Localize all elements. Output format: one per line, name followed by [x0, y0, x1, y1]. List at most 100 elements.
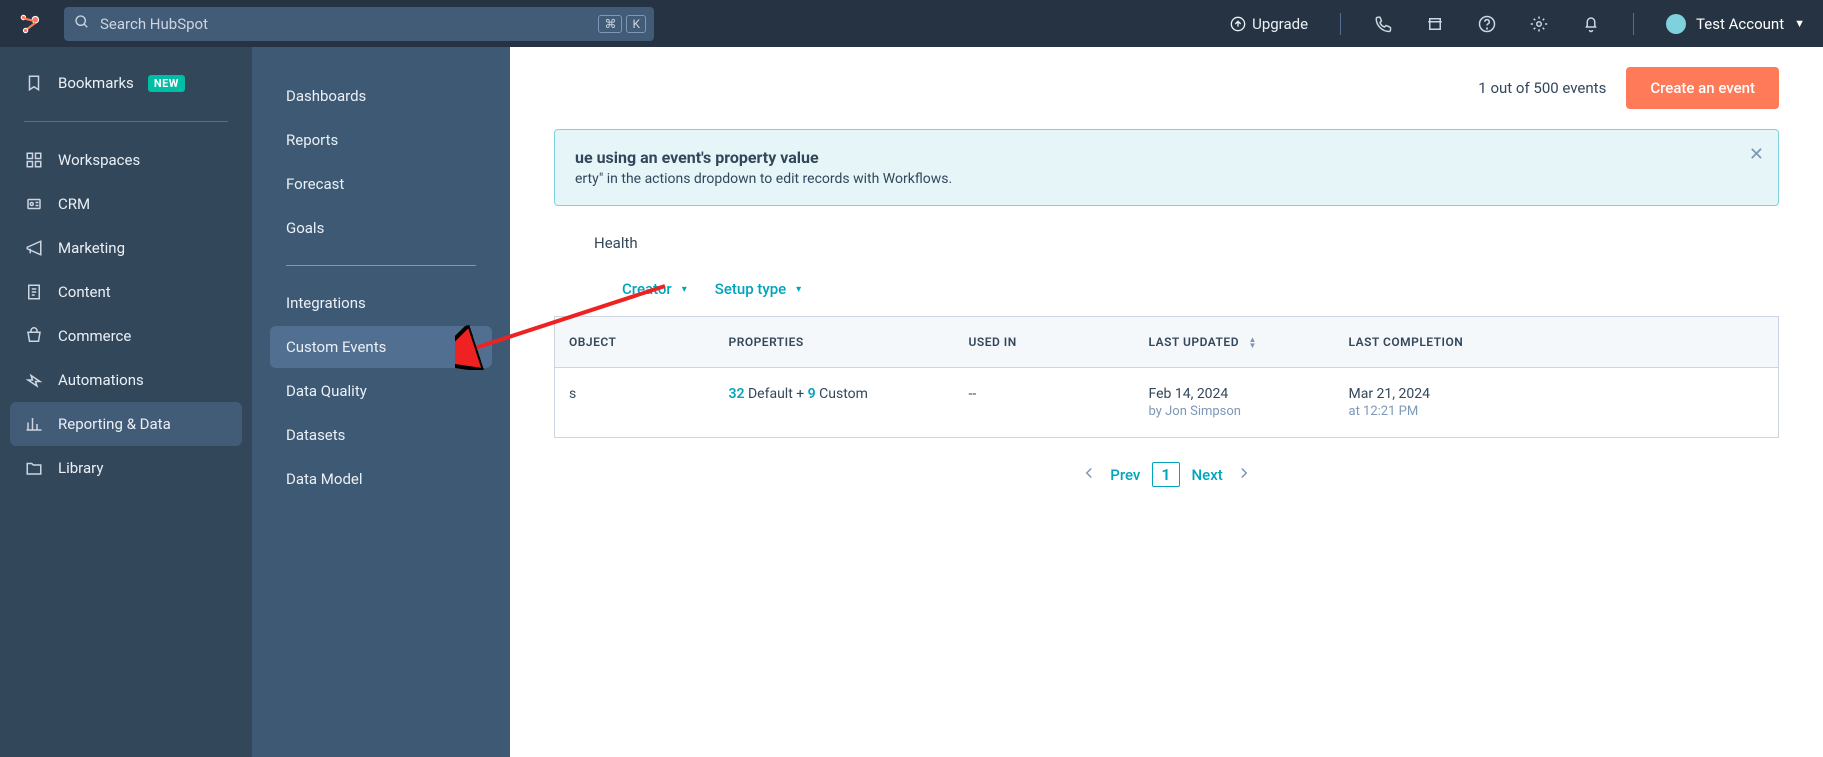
close-icon[interactable]: ✕: [1749, 144, 1764, 165]
search-shortcut: ⌘K: [598, 15, 646, 33]
secondary-sidebar: Dashboards Reports Forecast Goals Integr…: [252, 47, 510, 757]
main-content: 1 out of 500 events Create an event ue u…: [510, 47, 1823, 757]
sidebar-item-label: CRM: [58, 195, 90, 213]
sort-icon: ▲▼: [1249, 337, 1257, 349]
filter-row: Creator Setup type: [554, 280, 1779, 298]
filter-creator[interactable]: Creator: [622, 280, 687, 298]
last-updated-date: Feb 14, 2024: [1149, 386, 1229, 402]
prev-button[interactable]: Prev: [1110, 466, 1140, 484]
search-input[interactable]: [64, 7, 654, 41]
events-table: OBJECT PROPERTIES USED IN LAST UPDATED ▲…: [554, 316, 1779, 438]
sub-item-reports[interactable]: Reports: [270, 119, 492, 161]
sidebar-item-workspaces[interactable]: Workspaces: [10, 138, 242, 182]
sidebar-item-reporting[interactable]: Reporting & Data: [10, 402, 242, 446]
workspaces-icon: [24, 150, 44, 170]
sidebar-item-label: Automations: [58, 371, 144, 389]
create-event-button[interactable]: Create an event: [1626, 67, 1779, 109]
sidebar-item-content[interactable]: Content: [10, 270, 242, 314]
sidebar-item-label: Content: [58, 283, 111, 301]
sidebar-item-crm[interactable]: CRM: [10, 182, 242, 226]
notifications-icon[interactable]: [1571, 0, 1611, 47]
sub-item-integrations[interactable]: Integrations: [270, 282, 492, 324]
hubspot-logo-icon[interactable]: [18, 11, 44, 37]
default-word: Default +: [745, 386, 808, 402]
sidebar-item-label: Library: [58, 459, 103, 477]
banner-text: erty" in the actions dropdown to edit re…: [575, 171, 1758, 187]
col-last-completion[interactable]: LAST COMPLETION: [1335, 317, 1779, 368]
last-completion-date: Mar 21, 2024: [1349, 386, 1431, 402]
page-number[interactable]: 1: [1152, 462, 1179, 487]
upgrade-label: Upgrade: [1252, 15, 1308, 33]
info-banner: ue using an event's property value erty"…: [554, 129, 1779, 206]
col-object[interactable]: OBJECT: [555, 317, 715, 368]
default-count[interactable]: 32: [729, 386, 745, 402]
table-header-row: OBJECT PROPERTIES USED IN LAST UPDATED ▲…: [555, 317, 1779, 368]
crm-icon: [24, 194, 44, 214]
sidebar-item-label: Reporting & Data: [58, 415, 171, 433]
bookmark-icon: [24, 73, 44, 93]
chevron-left-icon[interactable]: [1080, 464, 1098, 486]
table-row[interactable]: s 32 Default + 9 Custom -- Feb 14, 2024 …: [555, 368, 1779, 438]
upgrade-button[interactable]: Upgrade: [1220, 15, 1318, 33]
col-last-updated[interactable]: LAST UPDATED ▲▼: [1135, 317, 1335, 368]
sidebar-item-library[interactable]: Library: [10, 446, 242, 490]
help-icon[interactable]: [1467, 0, 1507, 47]
col-properties[interactable]: PROPERTIES: [715, 317, 955, 368]
top-bar: ⌘K Upgrade Test Account ▼: [0, 0, 1823, 47]
event-count: 1 out of 500 events: [1478, 79, 1606, 97]
sidebar-item-label: Bookmarks: [58, 74, 134, 92]
sub-item-data-quality[interactable]: Data Quality: [270, 370, 492, 412]
avatar: [1666, 14, 1686, 34]
sidebar-item-label: Commerce: [58, 327, 131, 345]
account-name: Test Account: [1696, 15, 1784, 33]
chevron-right-icon[interactable]: [1235, 464, 1253, 486]
sidebar-item-label: Marketing: [58, 239, 125, 257]
tabs: Health: [554, 226, 1779, 260]
primary-sidebar: Bookmarks NEW Workspaces CRM Marketing C…: [0, 47, 252, 757]
settings-icon[interactable]: [1519, 0, 1559, 47]
sub-item-datasets[interactable]: Datasets: [270, 414, 492, 456]
sub-item-custom-events[interactable]: Custom Events: [270, 326, 492, 368]
divider: [286, 265, 476, 266]
cell-last-updated: Feb 14, 2024 by Jon Simpson: [1135, 368, 1335, 438]
divider: [24, 121, 228, 122]
sub-item-forecast[interactable]: Forecast: [270, 163, 492, 205]
content-icon: [24, 282, 44, 302]
sub-item-goals[interactable]: Goals: [270, 207, 492, 249]
library-icon: [24, 458, 44, 478]
col-used-in[interactable]: USED IN: [955, 317, 1135, 368]
banner-title: ue using an event's property value: [575, 148, 1758, 167]
sub-item-data-model[interactable]: Data Model: [270, 458, 492, 500]
sidebar-item-bookmarks[interactable]: Bookmarks NEW: [10, 61, 242, 105]
sidebar-item-label: Workspaces: [58, 151, 140, 169]
last-completion-time: at 12:21 PM: [1349, 404, 1765, 419]
automations-icon: [24, 370, 44, 390]
chevron-down-icon: ▼: [1794, 17, 1805, 30]
pagination: Prev 1 Next: [554, 438, 1779, 511]
sub-item-dashboards[interactable]: Dashboards: [270, 75, 492, 117]
new-badge: NEW: [148, 75, 185, 92]
last-updated-by: by Jon Simpson: [1149, 404, 1321, 419]
search-icon: [74, 14, 90, 34]
cell-last-completion: Mar 21, 2024 at 12:21 PM: [1335, 368, 1779, 438]
custom-word: Custom: [816, 386, 868, 402]
col-last-updated-label: LAST UPDATED: [1149, 335, 1240, 349]
commerce-icon: [24, 326, 44, 346]
custom-count[interactable]: 9: [808, 386, 816, 402]
marketing-icon: [24, 238, 44, 258]
sidebar-item-commerce[interactable]: Commerce: [10, 314, 242, 358]
cell-properties: 32 Default + 9 Custom: [715, 368, 955, 438]
sidebar-item-marketing[interactable]: Marketing: [10, 226, 242, 270]
page-header: 1 out of 500 events Create an event: [554, 67, 1779, 109]
tab-health[interactable]: Health: [594, 226, 638, 260]
divider: [1340, 13, 1341, 35]
account-menu[interactable]: Test Account ▼: [1656, 14, 1805, 34]
reporting-icon: [24, 414, 44, 434]
next-button[interactable]: Next: [1192, 466, 1223, 484]
cell-used-in: --: [955, 368, 1135, 438]
sidebar-item-automations[interactable]: Automations: [10, 358, 242, 402]
filter-setup-type[interactable]: Setup type: [715, 280, 801, 298]
phone-icon[interactable]: [1363, 0, 1403, 47]
marketplace-icon[interactable]: [1415, 0, 1455, 47]
search-wrapper: ⌘K: [64, 7, 654, 41]
